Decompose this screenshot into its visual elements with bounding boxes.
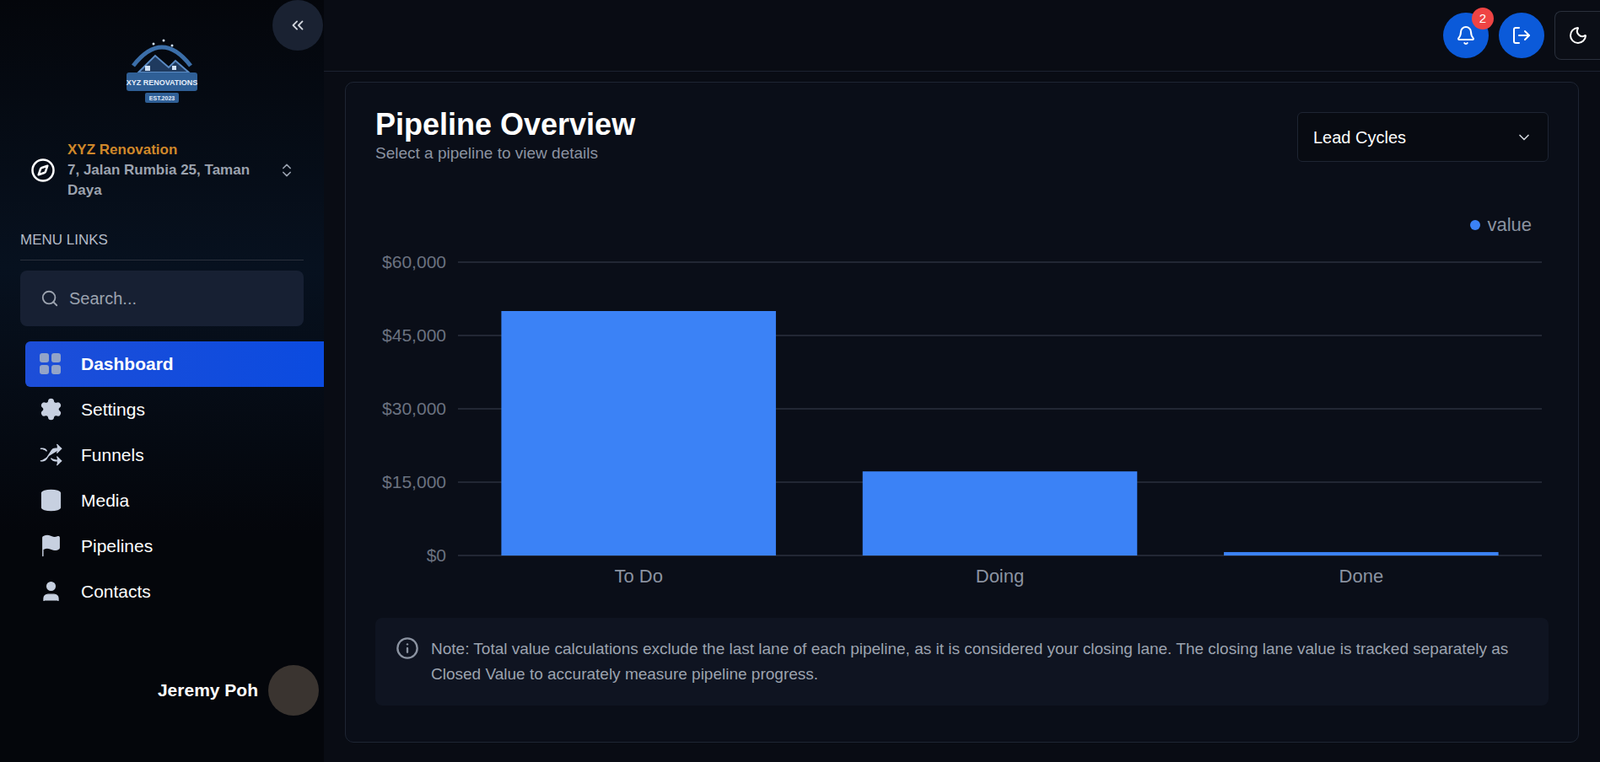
y-tick: $60,000 bbox=[382, 252, 1542, 272]
dashboard-icon bbox=[38, 352, 63, 377]
notification-badge: 2 bbox=[1471, 7, 1494, 30]
gear-icon bbox=[38, 397, 64, 422]
sidebar-item[interactable]: Contacts bbox=[25, 569, 324, 615]
sidebar-item[interactable]: Dashboard bbox=[25, 341, 324, 388]
svg-text:$60,000: $60,000 bbox=[382, 252, 447, 272]
company-switcher[interactable]: XYZ Renovation7, Jalan Rumbia 25, Taman … bbox=[0, 140, 324, 201]
chart-bar[interactable] bbox=[501, 311, 776, 556]
user-name: Jeremy Poh bbox=[157, 677, 259, 705]
search-field[interactable]: Search... bbox=[20, 270, 304, 327]
bell-icon bbox=[1455, 25, 1477, 46]
bar-chart: $60,000 $45,000 $30,000 $15,000 $0 To Do Doing… bbox=[375, 245, 1548, 600]
chevron-down-icon bbox=[1515, 129, 1533, 146]
sidebar-item[interactable]: Media bbox=[25, 478, 324, 524]
sidebar-item[interactable]: Settings bbox=[25, 387, 324, 433]
user-profile[interactable]: Jeremy Poh bbox=[0, 665, 324, 717]
card-subtitle: Select a pipeline to view details bbox=[375, 143, 636, 164]
note-text: Note: Total value calculations exclude t… bbox=[430, 636, 1529, 688]
svg-text:XYZ RENOVATIONS: XYZ RENOVATIONS bbox=[126, 78, 199, 87]
shuffle-icon bbox=[38, 442, 64, 468]
card-title: Pipeline Overview bbox=[375, 106, 636, 144]
logout-button[interactable] bbox=[1498, 12, 1545, 59]
avatar bbox=[268, 665, 319, 717]
svg-text:$30,000: $30,000 bbox=[382, 398, 447, 419]
user-icon bbox=[38, 579, 64, 604]
legend-dot bbox=[1470, 220, 1481, 231]
chevrons-icon bbox=[278, 161, 296, 179]
app: XYZ RENOVATIONS EST.2023 XYZ Renovation7, … bbox=[0, 0, 1600, 762]
svg-text:$0: $0 bbox=[426, 545, 447, 566]
flag-icon bbox=[38, 533, 64, 559]
svg-text:EST.2023: EST.2023 bbox=[149, 95, 175, 102]
x-label: Done bbox=[1339, 565, 1385, 588]
database-icon bbox=[38, 488, 64, 513]
sidebar: XYZ RENOVATIONS EST.2023 XYZ Renovation7, … bbox=[0, 0, 324, 762]
company-name: XYZ Renovation bbox=[67, 140, 267, 161]
section-label: MENU LINKS bbox=[20, 229, 304, 261]
svg-text:$15,000: $15,000 bbox=[382, 472, 447, 492]
search-icon bbox=[40, 289, 60, 308]
company-logo: XYZ RENOVATIONS EST.2023 bbox=[121, 32, 203, 107]
main: 2 Pipeline OverviewSelect a pipeline to v… bbox=[323, 0, 1600, 762]
info-icon bbox=[395, 636, 420, 661]
x-label: Doing bbox=[975, 565, 1024, 588]
top-bar: 2 bbox=[323, 0, 1600, 72]
theme-button[interactable] bbox=[1554, 10, 1600, 60]
logout-icon bbox=[1511, 25, 1532, 46]
menu: DashboardSettingsFunnelsMediaPipelinesCo… bbox=[0, 341, 324, 615]
sidebar-item[interactable]: Funnels bbox=[25, 432, 324, 479]
sidebar-item[interactable]: Pipelines bbox=[25, 523, 324, 570]
chart-bar[interactable] bbox=[862, 471, 1138, 556]
company-address: 7, Jalan Rumbia 25, Taman Daya bbox=[67, 160, 267, 201]
collapse-button[interactable] bbox=[272, 0, 324, 51]
pipeline-dropdown[interactable]: Lead Cycles bbox=[1297, 112, 1549, 162]
x-label: To Do bbox=[614, 565, 663, 588]
svg-text:$45,000: $45,000 bbox=[382, 325, 447, 345]
chart-legend: value bbox=[375, 210, 1549, 239]
pipeline-card: Pipeline OverviewSelect a pipeline to vi… bbox=[344, 81, 1579, 744]
chevrons-left-icon bbox=[288, 16, 308, 35]
moon-icon bbox=[1567, 25, 1589, 46]
notification-button[interactable]: 2 bbox=[1443, 12, 1489, 59]
chart-bar[interactable] bbox=[1223, 552, 1499, 556]
compass-icon bbox=[30, 157, 56, 184]
note-box: Note: Total value calculations exclude t… bbox=[375, 618, 1549, 706]
